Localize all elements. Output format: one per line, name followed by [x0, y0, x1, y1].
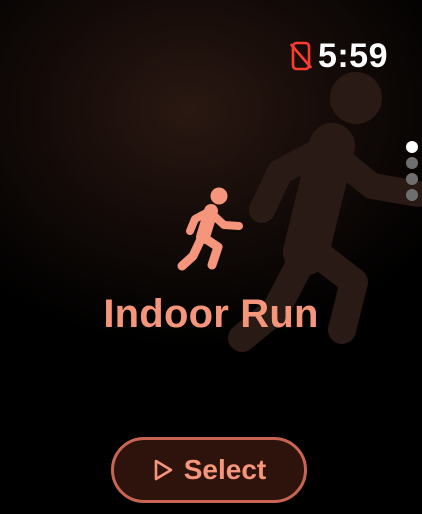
page-dot	[406, 189, 418, 201]
page-dot	[406, 157, 418, 169]
watch-screen: 5:59 Indoor Run Select	[0, 0, 422, 514]
play-icon	[154, 459, 173, 481]
page-dot	[406, 173, 418, 185]
phone-disconnected-icon	[290, 41, 312, 71]
status-bar: 5:59	[290, 38, 388, 74]
page-indicator	[406, 141, 418, 201]
workout-title: Indoor Run	[103, 292, 319, 336]
running-figure-icon	[177, 187, 243, 271]
select-label: Select	[183, 454, 267, 485]
clock: 5:59	[317, 37, 388, 75]
page-dot	[406, 141, 418, 153]
select-button[interactable]: Select	[111, 437, 307, 503]
